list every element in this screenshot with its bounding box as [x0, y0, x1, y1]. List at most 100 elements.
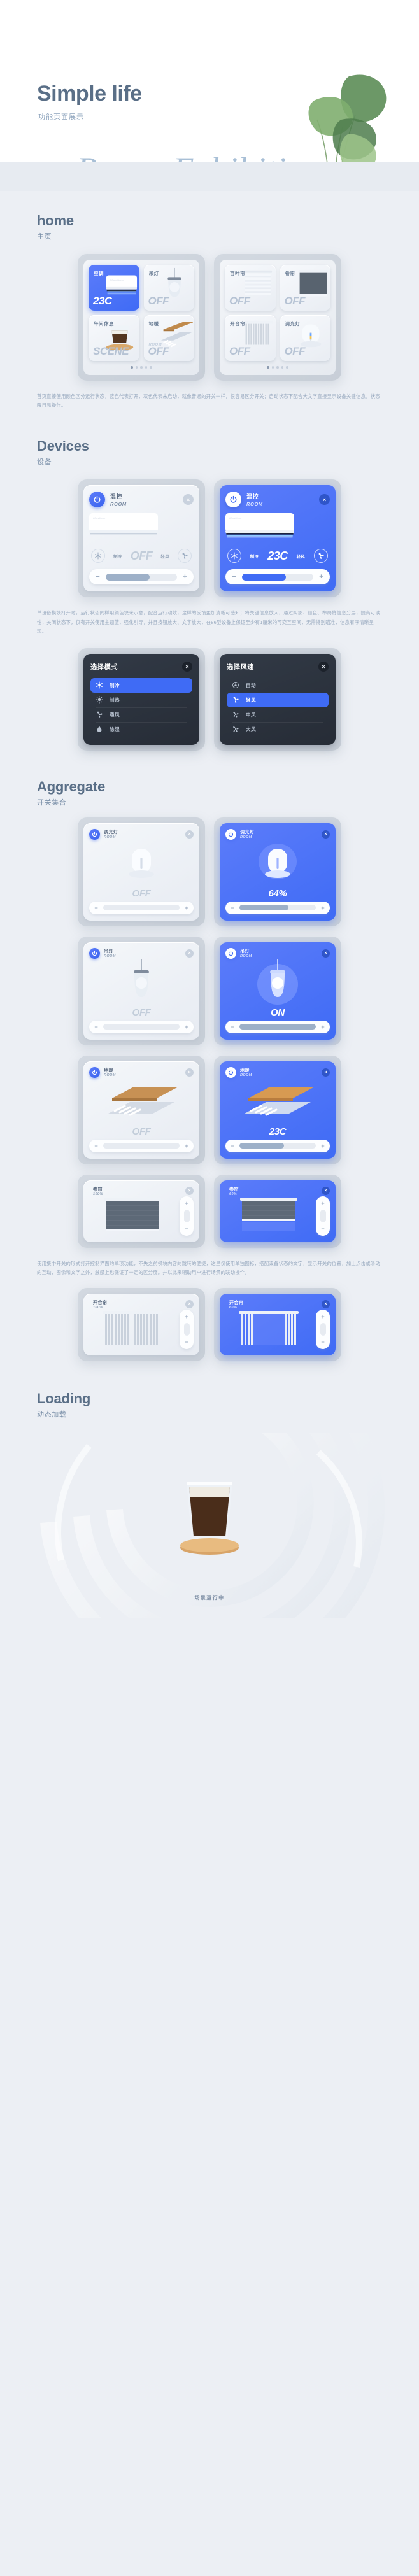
fan-option-high[interactable]: 大风: [227, 721, 329, 737]
decrease-button[interactable]: −: [229, 572, 239, 583]
close-icon[interactable]: ×: [183, 494, 194, 506]
close-icon[interactable]: ×: [322, 1068, 330, 1077]
close-icon[interactable]: ×: [185, 1187, 194, 1196]
power-button[interactable]: [89, 947, 100, 959]
mode-button-cool[interactable]: [227, 549, 241, 563]
curtain-position-slider[interactable]: + −: [180, 1196, 194, 1236]
pagination-dot[interactable]: [276, 366, 279, 369]
power-button[interactable]: [225, 947, 236, 959]
power-button[interactable]: [225, 492, 241, 508]
temperature-slider-on[interactable]: − +: [225, 569, 330, 585]
home-tile-dimmer-lamp[interactable]: 调光灯 OFF: [280, 315, 330, 361]
close-icon[interactable]: ×: [185, 1068, 194, 1077]
close-icon[interactable]: ×: [185, 830, 194, 839]
increase-button[interactable]: +: [182, 1199, 191, 1208]
aggregate-card-pendant-off[interactable]: 吊灯 ROOM × OFF − +: [83, 942, 199, 1040]
power-button[interactable]: [89, 1066, 100, 1078]
decrease-button[interactable]: −: [182, 1224, 191, 1233]
slider-track[interactable]: [239, 1143, 316, 1149]
brightness-slider[interactable]: − +: [89, 901, 194, 914]
decrease-button[interactable]: −: [92, 1142, 101, 1150]
slider-track[interactable]: [239, 905, 316, 911]
slider-track[interactable]: [239, 1024, 316, 1030]
slider-track[interactable]: [183, 1209, 190, 1222]
slider-track[interactable]: [103, 1024, 180, 1030]
curtain-position-slider[interactable]: + −: [316, 1196, 330, 1236]
home-tile-aircon[interactable]: 空调 AConditioner 23C: [89, 265, 139, 311]
device-card-thermostat-on[interactable]: 温控 ROOM × AConditioner 制冷 23C 轻风 − +: [220, 485, 336, 592]
home-pagination-left[interactable]: [89, 366, 194, 369]
mode-option-heat[interactable]: 制热: [90, 693, 192, 707]
decrease-button[interactable]: −: [182, 1338, 191, 1347]
slider-track[interactable]: [183, 1322, 190, 1336]
slider-track[interactable]: [320, 1322, 326, 1336]
close-icon[interactable]: ×: [322, 949, 330, 958]
increase-button[interactable]: +: [318, 1312, 327, 1321]
increase-button[interactable]: +: [318, 1023, 327, 1031]
increase-button[interactable]: +: [182, 1023, 191, 1031]
fan-speed-button[interactable]: [177, 549, 192, 563]
decrease-button[interactable]: −: [92, 572, 103, 583]
close-icon[interactable]: ×: [182, 661, 192, 672]
home-tile-floor-heating[interactable]: 地暖 ROOM OFF: [143, 315, 194, 361]
pagination-dot[interactable]: [145, 366, 148, 369]
increase-button[interactable]: +: [316, 572, 327, 583]
increase-button[interactable]: +: [182, 1312, 191, 1321]
decrease-button[interactable]: −: [228, 1142, 237, 1150]
aggregate-card-split-on[interactable]: 开合帘 60% × + −: [220, 1293, 336, 1355]
aggregate-card-dimmer-off[interactable]: 调光灯 ROOM × OFF − +: [83, 823, 199, 921]
fan-option-low[interactable]: 轻风: [227, 692, 329, 707]
close-icon[interactable]: ×: [322, 1300, 330, 1309]
slider-track[interactable]: [320, 1209, 326, 1222]
pagination-dot[interactable]: [131, 366, 133, 369]
aggregate-card-roller-on[interactable]: 卷帘 60% × + −: [220, 1180, 336, 1242]
home-pagination-right[interactable]: [225, 366, 330, 369]
mode-option-dehumidify[interactable]: 除湿: [90, 721, 192, 737]
fan-option-auto[interactable]: 自动: [227, 678, 329, 693]
decrease-button[interactable]: −: [92, 1023, 101, 1031]
aggregate-card-split-off[interactable]: 开合帘 100% × + −: [83, 1293, 199, 1355]
temperature-slider[interactable]: − +: [225, 1139, 330, 1152]
slider-track[interactable]: [106, 573, 177, 581]
aggregate-card-heating-on[interactable]: 地暖 ROOM × 23C − +: [220, 1061, 336, 1159]
decrease-button[interactable]: −: [318, 1224, 327, 1233]
temperature-slider-off[interactable]: − +: [89, 569, 194, 585]
decrease-button[interactable]: −: [228, 903, 237, 912]
mode-option-cool[interactable]: 制冷: [90, 677, 192, 693]
mode-option-fan[interactable]: 通风: [90, 707, 192, 722]
increase-button[interactable]: +: [182, 903, 191, 912]
home-tile-split-curtain[interactable]: 开合帘 OFF: [225, 315, 276, 361]
temperature-slider[interactable]: − +: [89, 1139, 194, 1152]
home-tile-venetian-blind[interactable]: 百叶帘 OFF: [225, 265, 276, 311]
aggregate-card-pendant-on[interactable]: 吊灯 ROOM × ON − +: [220, 942, 336, 1040]
increase-button[interactable]: +: [180, 572, 190, 583]
power-button[interactable]: [225, 1066, 236, 1078]
brightness-slider[interactable]: − +: [89, 1020, 194, 1033]
close-icon[interactable]: ×: [322, 1187, 330, 1196]
pagination-dot[interactable]: [267, 366, 269, 369]
aggregate-card-dimmer-on[interactable]: 调光灯 ROOM × 64% − +: [220, 823, 336, 921]
fan-option-medium[interactable]: 中风: [227, 707, 329, 722]
increase-button[interactable]: +: [318, 1142, 327, 1150]
curtain-position-slider[interactable]: + −: [180, 1309, 194, 1349]
slider-track[interactable]: [103, 1143, 180, 1149]
aggregate-card-roller-off[interactable]: 卷帘 100% × + −: [83, 1180, 199, 1242]
power-button[interactable]: [89, 828, 100, 840]
close-icon[interactable]: ×: [185, 1300, 194, 1309]
increase-button[interactable]: +: [318, 1199, 327, 1208]
device-card-thermostat-off[interactable]: 温控 ROOM × AConditioner 制冷 OFF 轻风 − +: [83, 485, 199, 592]
close-icon[interactable]: ×: [319, 494, 330, 506]
decrease-button[interactable]: −: [92, 903, 101, 912]
pagination-dot[interactable]: [135, 366, 138, 369]
pagination-dot[interactable]: [140, 366, 143, 369]
decrease-button[interactable]: −: [318, 1338, 327, 1347]
decrease-button[interactable]: −: [228, 1023, 237, 1031]
brightness-slider[interactable]: − +: [225, 1020, 330, 1033]
fan-speed-button[interactable]: [314, 549, 328, 563]
home-tile-roller-blind[interactable]: 卷帘 OFF: [280, 265, 330, 311]
pagination-dot[interactable]: [286, 366, 288, 369]
close-icon[interactable]: ×: [322, 830, 330, 839]
increase-button[interactable]: +: [318, 903, 327, 912]
increase-button[interactable]: +: [182, 1142, 191, 1150]
aggregate-card-heating-off[interactable]: 地暖 ROOM × OFF − +: [83, 1061, 199, 1159]
